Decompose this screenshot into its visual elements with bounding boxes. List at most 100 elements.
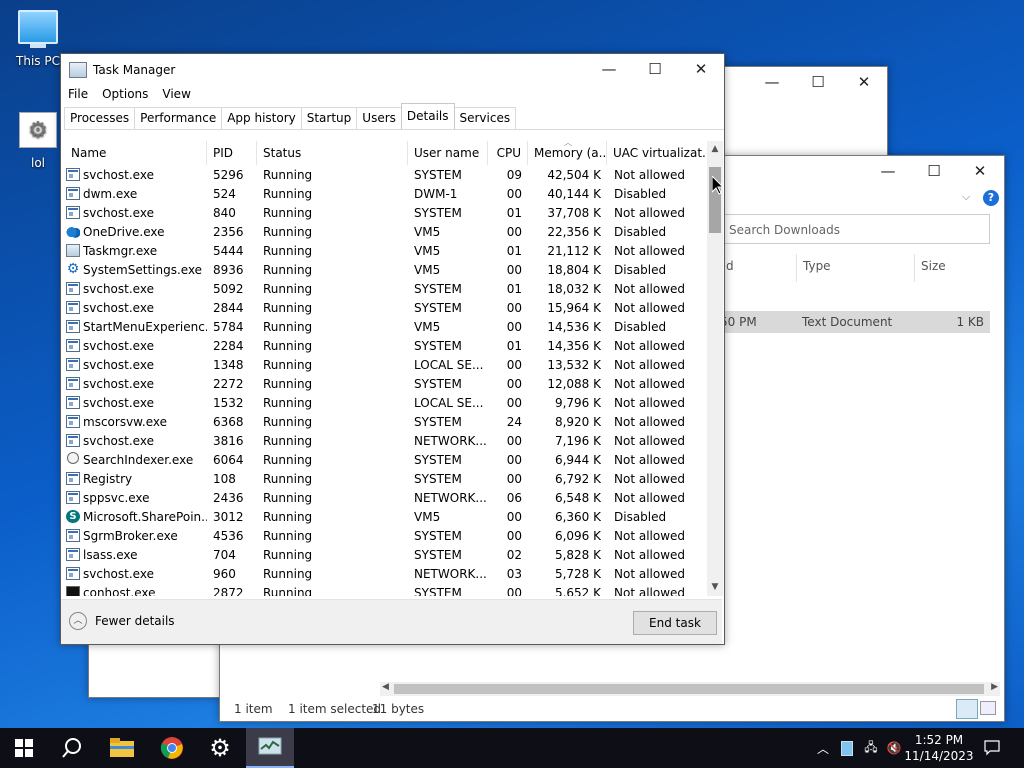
table-row[interactable]: svchost.exe 5092 Running SYSTEM 01 18,032 K No… <box>61 280 707 299</box>
cell-name: conhost.exe <box>83 586 156 596</box>
cell-cpu: 00 <box>506 529 522 543</box>
table-row[interactable]: svchost.exe 2272 Running SYSTEM 00 12,088 K No… <box>61 375 707 394</box>
table-row[interactable]: lsass.exe 704 Running SYSTEM 02 5,828 K Not al… <box>61 546 707 565</box>
menu-file[interactable]: File <box>61 84 95 104</box>
clock-time: 1:52 PM <box>914 733 964 747</box>
table-row[interactable]: mscorsvw.exe 6368 Running SYSTEM 24 8,920 K No… <box>61 413 707 432</box>
column-header-user-name[interactable]: User name <box>408 141 488 165</box>
desktop-icon-this-pc[interactable]: This PC <box>8 10 68 68</box>
table-row[interactable]: ⚙ SystemSettings.exe 8936 Running VM5 00 18,80… <box>61 261 707 280</box>
taskbar-chrome[interactable] <box>148 728 196 768</box>
table-row[interactable]: OneDrive.exe 2356 Running VM5 00 22,356 K Disa… <box>61 223 707 242</box>
details-view-icon[interactable] <box>956 699 978 719</box>
show-hidden-icons-button[interactable]: ︿ <box>814 728 832 768</box>
maximize-button[interactable]: ☐ <box>911 156 957 186</box>
taskbar-task-manager[interactable] <box>246 728 294 768</box>
column-header-size[interactable]: Size <box>914 254 997 282</box>
close-button[interactable]: ✕ <box>841 67 887 97</box>
table-row[interactable]: svchost.exe 5296 Running SYSTEM 09 42,504 K No… <box>61 166 707 185</box>
table-row[interactable]: svchost.exe 2844 Running SYSTEM 00 15,964 K No… <box>61 299 707 318</box>
tab-app-history[interactable]: App history <box>221 107 302 129</box>
column-header-pid[interactable]: PID <box>207 141 257 165</box>
table-row[interactable]: svchost.exe 960 Running NETWORK... 03 5,728 K… <box>61 565 707 584</box>
large-icons-view-icon[interactable] <box>980 701 996 715</box>
minimize-button[interactable]: — <box>749 67 795 97</box>
cell-cpu: 00 <box>506 320 522 334</box>
close-button[interactable]: ✕ <box>678 54 724 84</box>
cell-mem: 6,360 K <box>554 510 601 524</box>
start-button[interactable] <box>0 728 48 768</box>
vertical-scrollbar[interactable]: ▲ ▼ <box>707 141 723 596</box>
tab-processes[interactable]: Processes <box>64 107 136 129</box>
clock[interactable]: 1:52 PM 11/14/2023 <box>904 732 974 764</box>
scroll-thumb[interactable] <box>394 684 984 694</box>
tab-performance[interactable]: Performance <box>134 107 223 129</box>
maximize-button[interactable]: ☐ <box>632 54 678 84</box>
cell-uac: Not allowed <box>614 567 686 581</box>
table-row[interactable]: svchost.exe 2284 Running SYSTEM 01 14,356 K No… <box>61 337 707 356</box>
exe-icon <box>66 491 80 504</box>
table-row[interactable]: S Microsoft.SharePoin... 3012 Running VM5 00 6… <box>61 508 707 527</box>
end-task-button[interactable]: End task <box>633 611 717 635</box>
table-row[interactable]: svchost.exe 1348 Running LOCAL SE... 00 13,53… <box>61 356 707 375</box>
cell-mem: 6,548 K <box>554 491 601 505</box>
table-row[interactable]: SgrmBroker.exe 4536 Running SYSTEM 00 6,096 K… <box>61 527 707 546</box>
minimize-button[interactable]: — <box>586 54 632 84</box>
close-button[interactable]: ✕ <box>957 156 1003 186</box>
cell-name: svchost.exe <box>83 434 154 448</box>
table-row[interactable]: sppsvc.exe 2436 Running NETWORK... 06 6,548 K… <box>61 489 707 508</box>
tray-app-icon[interactable] <box>838 728 856 768</box>
tab-users[interactable]: Users <box>356 107 402 129</box>
table-row[interactable]: Registry 108 Running SYSTEM 00 6,792 K Not all… <box>61 470 707 489</box>
table-row[interactable]: svchost.exe 1532 Running LOCAL SE... 00 9,796… <box>61 394 707 413</box>
maximize-button[interactable]: ☐ <box>795 67 841 97</box>
scroll-up-icon[interactable]: ▲ <box>707 141 723 158</box>
column-header-cpu[interactable]: CPU <box>488 141 528 165</box>
cell-status: Running <box>263 491 313 505</box>
horizontal-scrollbar[interactable]: ◀ ▶ <box>380 682 1000 696</box>
cell-uac: Not allowed <box>614 339 686 353</box>
file-row[interactable]: 50 PM Text Document 1 KB <box>718 311 990 333</box>
cell-pid: 6064 <box>213 453 244 467</box>
scroll-left-icon[interactable]: ◀ <box>382 682 389 692</box>
tab-details[interactable]: Details <box>400 103 455 129</box>
cell-status: Running <box>263 396 313 410</box>
table-row[interactable]: SearchIndexer.exe 6064 Running SYSTEM 00 6,94… <box>61 451 707 470</box>
cell-user: NETWORK... <box>414 567 487 581</box>
table-row[interactable]: svchost.exe 840 Running SYSTEM 01 37,708 K Not… <box>61 204 707 223</box>
table-row[interactable]: dwm.exe 524 Running DWM-1 00 40,144 K Disabled <box>61 185 707 204</box>
volume-button[interactable]: 🔇 <box>884 728 904 768</box>
search-input[interactable]: Search Downloads <box>720 214 990 244</box>
column-header-status[interactable]: Status <box>257 141 408 165</box>
table-row[interactable]: conhost.exe 2872 Running SYSTEM 00 5,652 K Not… <box>61 584 707 596</box>
column-header-type[interactable]: Type <box>796 254 913 282</box>
column-header-name[interactable]: Name <box>65 141 207 165</box>
help-icon[interactable]: ? <box>983 190 999 206</box>
column-header-uac[interactable]: UAC virtualizat... <box>607 141 707 165</box>
network-button[interactable]: 🖧 <box>860 728 882 768</box>
table-row[interactable]: StartMenuExperienc... 5784 Running VM5 00 14,… <box>61 318 707 337</box>
task-manager-window[interactable]: Task Manager — ☐ ✕ File Options View Pro… <box>60 53 725 645</box>
cell-mem: 13,532 K <box>547 358 601 372</box>
menu-view[interactable]: View <box>155 84 197 104</box>
taskbar-file-explorer[interactable] <box>98 728 146 768</box>
fewer-details-button[interactable]: ︿ Fewer details <box>69 612 175 630</box>
table-row[interactable]: svchost.exe 3816 Running NETWORK... 00 7,196 … <box>61 432 707 451</box>
scroll-down-icon[interactable]: ▼ <box>707 579 723 596</box>
minimize-button[interactable]: — <box>865 156 911 186</box>
cell-cpu: 00 <box>506 377 522 391</box>
tab-startup[interactable]: Startup <box>300 107 358 129</box>
menu-options[interactable]: Options <box>95 84 155 104</box>
chrome-icon <box>160 737 183 759</box>
search-button[interactable] <box>48 728 96 768</box>
taskbar-settings[interactable]: ⚙ <box>196 728 244 768</box>
notifications-button[interactable] <box>980 728 1004 768</box>
table-row[interactable]: Taskmgr.exe 5444 Running VM5 01 21,112 K Not a… <box>61 242 707 261</box>
cell-uac: Not allowed <box>614 206 686 220</box>
tab-services[interactable]: Services <box>453 107 517 129</box>
ribbon-expand-icon[interactable]: ⌵ <box>962 190 970 204</box>
column-header-memory[interactable]: Memory (a... <box>528 141 607 165</box>
desktop-icon-lol[interactable]: ⚙ lol <box>8 112 68 170</box>
cell-pid: 2436 <box>213 491 244 505</box>
scroll-right-icon[interactable]: ▶ <box>991 682 998 692</box>
